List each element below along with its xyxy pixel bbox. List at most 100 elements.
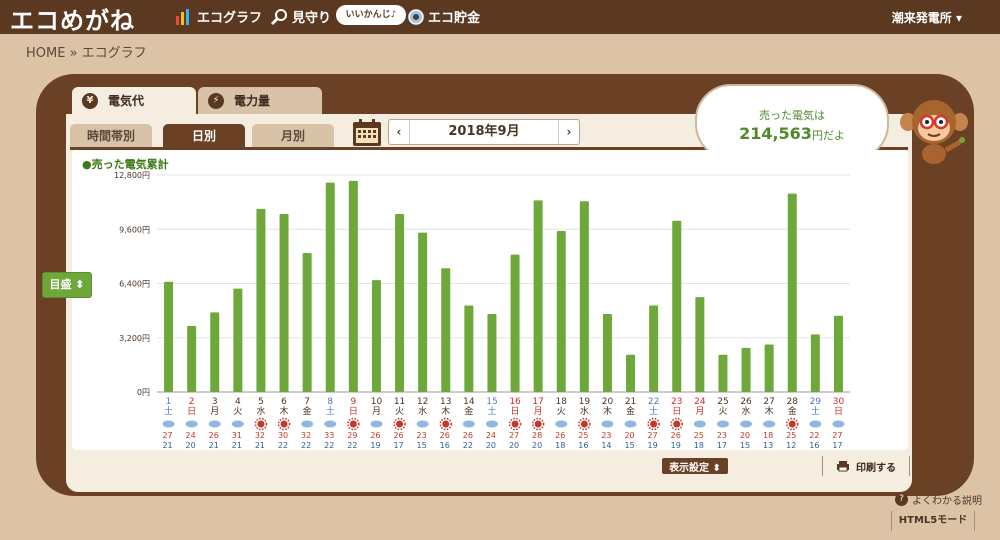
temp-low: 19 [671, 441, 681, 450]
x-tick-label: 2 [189, 397, 195, 407]
weekday-label: 土 [649, 405, 658, 417]
weekday-label: 金 [788, 405, 797, 417]
x-tick-label: 27 [763, 397, 774, 407]
weekday-label: 木 [603, 405, 612, 417]
printer-icon [837, 461, 849, 472]
weekday-label: 日 [187, 406, 196, 417]
temp-low: 16 [440, 441, 450, 450]
cloudy-icon [370, 420, 383, 428]
bar [579, 201, 589, 392]
temp-low: 16 [809, 441, 819, 450]
temp-high: 26 [463, 431, 473, 440]
weekday-label: 月 [372, 406, 381, 417]
weekday-label: 日 [672, 406, 681, 417]
bar [371, 280, 381, 392]
temp-low: 22 [301, 441, 311, 450]
x-tick-label: 18 [556, 397, 568, 407]
sunny-icon [788, 420, 796, 428]
x-tick-label: 8 [327, 397, 333, 407]
temp-low: 20 [186, 441, 196, 450]
sunny-icon [580, 420, 588, 428]
temp-high: 23 [417, 431, 427, 440]
weekday-label: 土 [811, 405, 820, 417]
bar [418, 232, 428, 392]
weekday-label: 水 [256, 405, 265, 417]
cloudy-icon [716, 420, 729, 428]
cloudy-icon [693, 420, 706, 428]
x-tick-label: 19 [579, 397, 591, 407]
temp-low: 22 [324, 441, 334, 450]
temp-low: 22 [463, 441, 473, 450]
bar [395, 213, 405, 392]
print-button-label: 印刷する [856, 462, 896, 474]
x-tick-label: 10 [371, 397, 383, 407]
x-tick-label: 26 [740, 397, 752, 407]
sunny-icon [650, 420, 658, 428]
temp-low: 18 [694, 441, 704, 450]
y-tick-label: 6,400円 [119, 280, 150, 289]
x-tick-label: 15 [486, 397, 497, 407]
weekday-label: 日 [349, 406, 358, 417]
weekday-label: 水 [418, 405, 427, 417]
x-tick-label: 17 [532, 397, 543, 407]
x-tick-label: 25 [717, 397, 728, 407]
x-tick-label: 14 [463, 397, 475, 407]
temp-high: 28 [532, 431, 542, 440]
x-tick-label: 16 [509, 397, 521, 407]
weekday-label: 火 [557, 406, 566, 417]
weekday-label: 木 [441, 405, 450, 417]
bar [187, 325, 197, 392]
temp-low: 12 [786, 441, 796, 450]
help-icon: ? [895, 493, 908, 506]
bar [741, 347, 751, 392]
temp-high: 26 [393, 431, 403, 440]
temp-high: 29 [347, 431, 357, 440]
display-settings-button[interactable]: 表示設定 ⬍ [662, 458, 728, 474]
cloudy-icon [485, 420, 498, 428]
print-button[interactable]: 印刷する [822, 456, 910, 476]
cloudy-icon [809, 420, 822, 428]
temp-high: 27 [162, 431, 172, 440]
temp-low: 13 [763, 441, 773, 450]
sunny-icon [280, 420, 288, 428]
bar [695, 297, 705, 392]
cloudy-icon [162, 420, 175, 428]
weekday-label: 火 [233, 406, 242, 417]
temp-low: 15 [740, 441, 750, 450]
cloudy-icon [555, 420, 568, 428]
help-link[interactable]: ? よくわかる説明 [895, 492, 982, 507]
x-tick-label: 6 [281, 397, 287, 407]
temp-high: 25 [694, 431, 704, 440]
bar [787, 193, 797, 392]
temp-high: 30 [278, 431, 288, 440]
cloudy-icon [601, 420, 614, 428]
temp-low: 19 [370, 441, 380, 450]
x-tick-label: 30 [833, 397, 845, 407]
bar [164, 281, 174, 392]
temp-low: 17 [393, 441, 403, 450]
temp-low: 21 [232, 441, 242, 450]
temp-low: 17 [717, 441, 727, 450]
temp-low: 18 [555, 441, 565, 450]
bar [210, 312, 220, 392]
temp-high: 26 [671, 431, 681, 440]
weekday-label: 火 [718, 406, 727, 417]
sunny-icon [534, 420, 542, 428]
x-tick-label: 13 [440, 397, 451, 407]
weekday-label: 火 [395, 406, 404, 417]
x-tick-label: 9 [350, 397, 356, 407]
weekday-label: 土 [164, 405, 173, 417]
temp-low: 15 [624, 441, 634, 450]
cloudy-icon [185, 420, 198, 428]
temp-low: 14 [601, 441, 611, 450]
temp-high: 25 [578, 431, 588, 440]
temp-low: 20 [486, 441, 496, 450]
x-tick-label: 21 [625, 397, 636, 407]
cloudy-icon [832, 420, 845, 428]
weekday-label: 金 [464, 405, 473, 417]
cloudy-icon [231, 420, 244, 428]
html5-mode-button[interactable]: HTML5モード [891, 511, 975, 531]
cloudy-icon [416, 420, 429, 428]
x-tick-label: 28 [787, 397, 799, 407]
bar [556, 230, 566, 392]
